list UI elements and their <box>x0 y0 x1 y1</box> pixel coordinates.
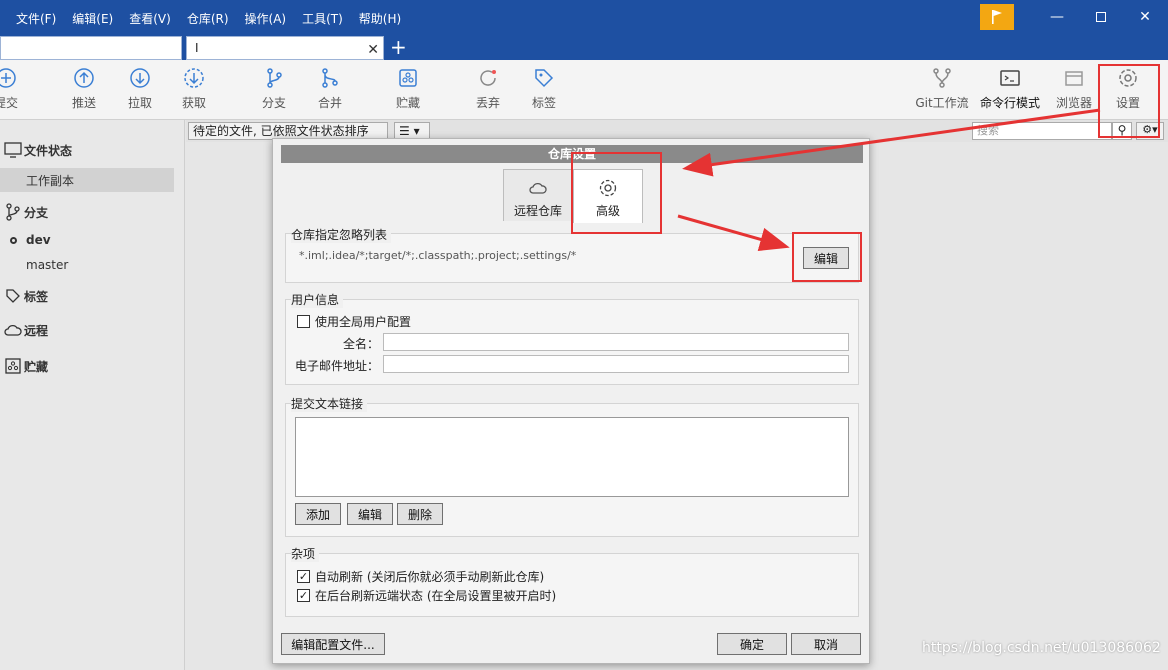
annotation-arrows <box>677 108 1101 252</box>
arrow-settings-to-tab <box>682 108 1101 177</box>
arrow-tab-to-edit <box>677 214 790 252</box>
watermark: https://blog.csdn.net/u013086062 <box>922 640 1161 656</box>
